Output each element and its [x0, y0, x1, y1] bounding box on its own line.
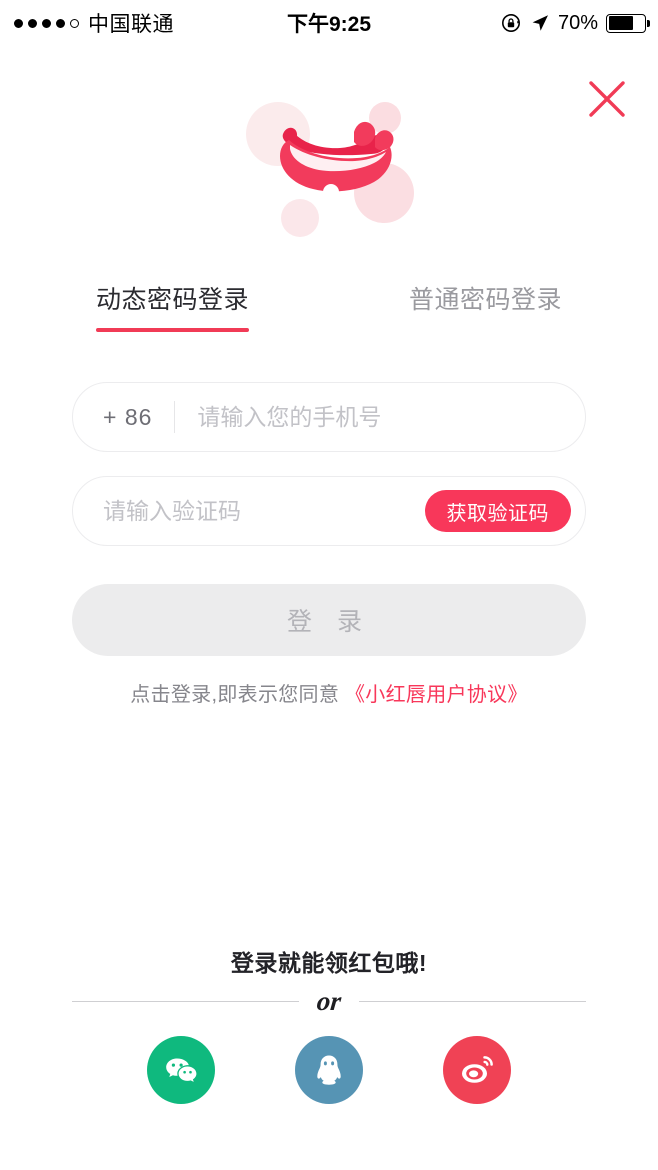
- or-divider: or: [72, 986, 587, 1017]
- wechat-login-button[interactable]: [147, 1036, 215, 1104]
- login-mode-tabs: 动态密码登录 普通密码登录: [0, 280, 658, 332]
- status-bar-right: 70%: [500, 11, 650, 35]
- verification-code-input[interactable]: [73, 477, 425, 545]
- qq-login-button[interactable]: [295, 1036, 363, 1104]
- rotation-lock-icon: [501, 14, 520, 32]
- user-agreement-link[interactable]: 《小红唇用户协议》: [345, 684, 528, 706]
- weibo-login-button[interactable]: [443, 1036, 511, 1104]
- get-verification-code-button[interactable]: 获取验证码: [424, 490, 571, 532]
- tab-normal-password[interactable]: 普通密码登录: [409, 280, 562, 332]
- country-code-label[interactable]: + 86: [73, 404, 152, 431]
- wechat-icon: [166, 1058, 197, 1082]
- qq-penguin-icon: [317, 1055, 341, 1085]
- login-button[interactable]: 登 录: [72, 584, 586, 656]
- tab-dynamic-password[interactable]: 动态密码登录: [96, 280, 250, 332]
- field-divider: [174, 401, 176, 433]
- agreement-prefix: 点击登录,即表示您同意: [130, 684, 345, 706]
- lips-logo-icon: [245, 102, 414, 237]
- battery-percent-label: 70%: [557, 11, 598, 34]
- divider-line-left: [72, 1001, 299, 1002]
- phone-input[interactable]: [197, 383, 585, 451]
- status-bar: 中国联通 下午9:25 70%: [0, 0, 658, 46]
- phone-input-row[interactable]: + 86: [72, 382, 586, 452]
- weibo-icon: [462, 1056, 493, 1083]
- social-login-row: [0, 1036, 658, 1104]
- agreement-text: 点击登录,即表示您同意 《小红唇用户协议》: [0, 678, 658, 707]
- battery-icon: [606, 13, 650, 33]
- login-screen: 中国联通 下午9:25 70% 动态密码登录 普通密码登录 + 86 请输入您的…: [0, 0, 658, 1170]
- location-arrow-icon: [532, 15, 548, 31]
- promo-text: 登录就能领红包哦!: [230, 950, 428, 976]
- or-label: or: [315, 986, 343, 1016]
- app-logo: [0, 96, 658, 246]
- divider-line-right: [359, 1001, 587, 1002]
- verification-code-row[interactable]: 获取验证码: [72, 476, 586, 546]
